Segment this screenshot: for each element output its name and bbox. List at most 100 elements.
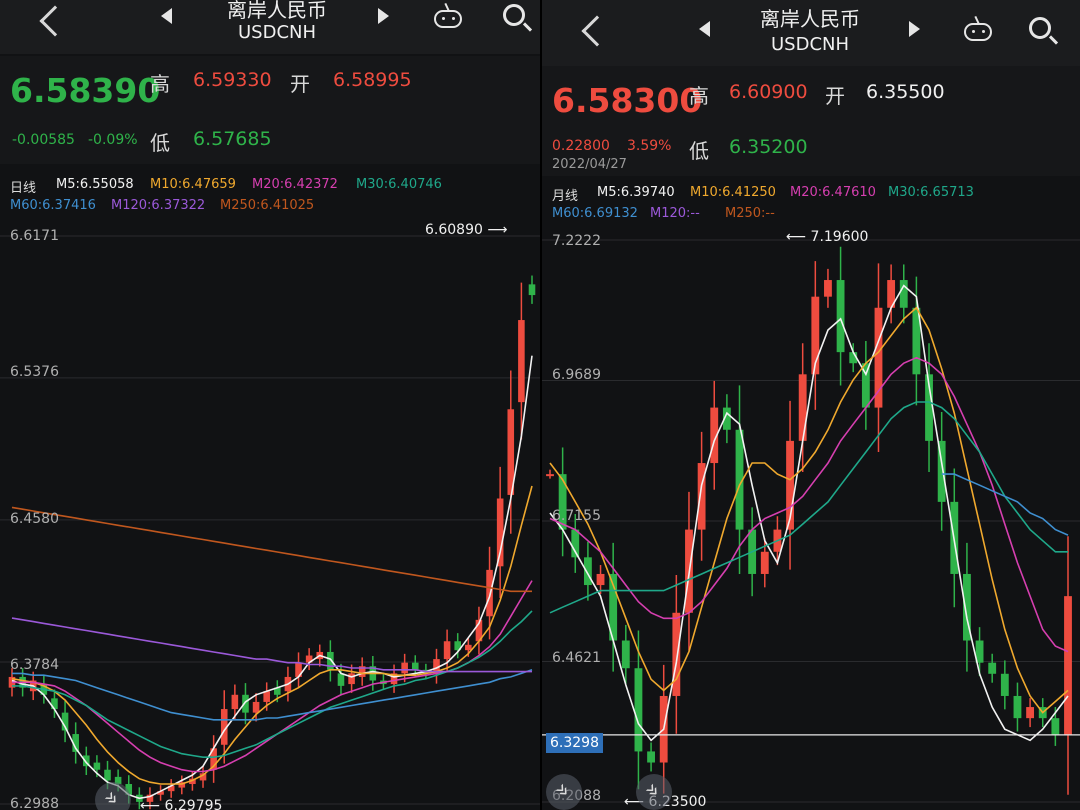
min-price-annotation: ⟵ 6.29795	[140, 798, 222, 810]
low-value: 6.35200	[729, 136, 808, 158]
max-price-value: 6.60890	[425, 222, 483, 238]
robot-icon[interactable]	[434, 2, 462, 28]
change-percent: 3.59%	[627, 138, 672, 154]
period-label[interactable]: 月线	[552, 185, 578, 204]
change-value: 0.22800	[552, 138, 610, 154]
ma-line-m30	[12, 610, 533, 758]
candle-body	[252, 701, 260, 713]
max-price-annotation: 6.60890 ⟶	[425, 222, 508, 238]
top-bar: 离岸人民币 USDCNH	[542, 0, 1080, 66]
y-tick-label: 6.4580	[10, 511, 59, 527]
ma20-value: M20:6.47610	[790, 185, 876, 200]
instrument-symbol: USDCNH	[237, 22, 317, 43]
open-value: 6.35500	[866, 81, 945, 103]
next-icon[interactable]	[378, 8, 389, 24]
y-tick-label: 6.4621	[552, 650, 601, 666]
candle-body	[411, 662, 419, 670]
monthly-kline-panel: 离岸人民币 USDCNH 6.58300 高 6.60900 开 6.35500…	[540, 0, 1080, 810]
candle-body	[1026, 707, 1035, 719]
y-tick-label: 6.6171	[10, 228, 59, 244]
ma-line-m60	[12, 669, 533, 721]
candle-body	[596, 573, 605, 586]
high-value: 6.60900	[729, 81, 808, 103]
candle-body	[465, 644, 472, 651]
candle-body	[1064, 596, 1072, 735]
candle-body	[401, 662, 408, 674]
candle-body	[546, 474, 554, 477]
ma60-value: M60:6.37416	[10, 198, 96, 213]
y-tick-label: 6.5376	[10, 364, 59, 380]
ma-legend: 月线 M5:6.39740 M10:6.41250 M20:6.47610 M3…	[542, 180, 1080, 226]
candle-body	[874, 307, 883, 408]
back-icon[interactable]	[581, 15, 613, 47]
low-label: 低	[150, 131, 170, 155]
candle-body	[672, 612, 681, 696]
candle-body	[647, 751, 655, 763]
ma30-value: M30:6.65713	[888, 185, 974, 200]
expand-icon[interactable]	[546, 774, 582, 810]
back-icon[interactable]	[39, 5, 71, 37]
ma-line-m120	[11, 617, 532, 673]
y-tick-label: 6.2988	[10, 796, 59, 810]
candle-body	[348, 673, 355, 685]
ma250-value: M250:6.41025	[220, 198, 315, 213]
ma-line-m5	[11, 355, 533, 800]
ma5-value: M5:6.39740	[597, 185, 675, 200]
candle-body	[1051, 718, 1060, 735]
candle-body	[104, 769, 111, 781]
robot-icon[interactable]	[964, 15, 992, 41]
last-price: 6.58300	[552, 81, 703, 120]
expand-icon[interactable]	[636, 774, 672, 810]
quote-summary: 6.58300 高 6.60900 开 6.35500 0.22800 3.59…	[542, 66, 1080, 176]
last-price: 6.58390	[10, 71, 161, 110]
candle-body	[443, 641, 451, 660]
low-value: 6.57685	[193, 128, 272, 150]
candle-body	[486, 569, 493, 617]
daily-kline-panel: 离岸人民币 USDCNH 6.58390 高 6.59330 开 6.58995…	[0, 0, 540, 810]
instrument-name: 离岸人民币	[760, 7, 860, 31]
prev-icon[interactable]	[699, 21, 710, 37]
next-icon[interactable]	[909, 21, 920, 37]
ma10-value: M10:6.41250	[690, 185, 776, 200]
candle-body	[528, 284, 536, 296]
open-label: 开	[290, 72, 310, 96]
change-value: -0.00585	[12, 132, 75, 148]
candle-body	[93, 762, 101, 770]
change-percent: -0.09%	[88, 132, 138, 148]
top-bar: 离岸人民币 USDCNH	[0, 0, 540, 54]
candle-body	[51, 698, 58, 710]
max-price-value: 7.19600	[810, 229, 869, 245]
max-price-annotation: ⟵ 7.19600	[786, 229, 869, 245]
candle-body	[988, 662, 997, 674]
ma60-value: M60:6.69132	[552, 206, 638, 221]
low-label: 低	[689, 139, 709, 163]
ma120-value: M120:--	[650, 206, 700, 221]
instrument-name: 离岸人民币	[227, 0, 327, 22]
y-tick-label: 6.3784	[10, 657, 59, 673]
candle-body	[798, 374, 807, 441]
y-tick-label: 6.9689	[552, 367, 601, 383]
expand-icon[interactable]	[95, 782, 131, 810]
ma-line-m10	[11, 485, 533, 785]
instrument-symbol: USDCNH	[770, 34, 850, 55]
candle-body	[899, 280, 908, 308]
daily-candlestick-chart[interactable]	[0, 222, 540, 810]
candle-body	[583, 557, 592, 586]
ma30-value: M30:6.40746	[356, 177, 442, 192]
search-icon[interactable]	[503, 4, 525, 26]
high-label: 高	[150, 72, 170, 96]
candle-body	[634, 668, 643, 752]
candle-body	[518, 320, 525, 403]
search-icon[interactable]	[1029, 17, 1051, 39]
candle-body	[1000, 673, 1009, 696]
period-label[interactable]: 日线	[10, 177, 36, 196]
y-tick-label: 7.2222	[552, 233, 601, 249]
prev-icon[interactable]	[161, 8, 172, 24]
quote-summary: 6.58390 高 6.59330 开 6.58995 -0.00585 -0.…	[0, 56, 540, 164]
candle-body	[496, 498, 504, 567]
monthly-candlestick-chart[interactable]	[542, 230, 1080, 810]
high-value: 6.59330	[193, 69, 272, 91]
min-price-value: 6.29795	[164, 798, 223, 810]
ma20-value: M20:6.42372	[252, 177, 338, 192]
candle-body	[836, 280, 845, 353]
